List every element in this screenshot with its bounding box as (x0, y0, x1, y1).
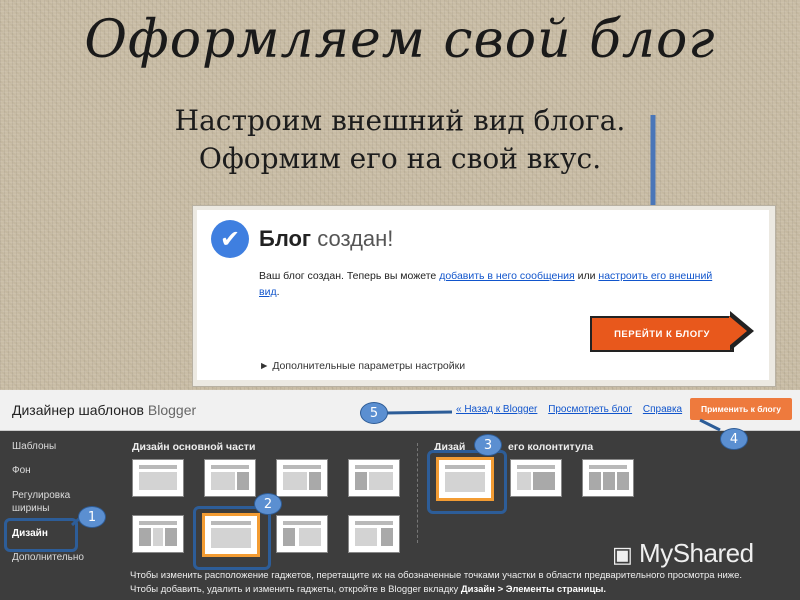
callout-marker-5: 5 (360, 402, 388, 424)
callout-marker-4: 4 (720, 428, 748, 450)
callout-marker-3: 3 (474, 434, 502, 456)
presentation-icon: ▣ (612, 542, 633, 567)
callout-marker-1: 1 (78, 506, 106, 528)
callout-lines (71, 410, 721, 527)
watermark-text: MyShared (639, 538, 754, 568)
callout-marker-2: 2 (254, 493, 282, 515)
myshared-watermark: ▣ MyShared (612, 538, 754, 569)
